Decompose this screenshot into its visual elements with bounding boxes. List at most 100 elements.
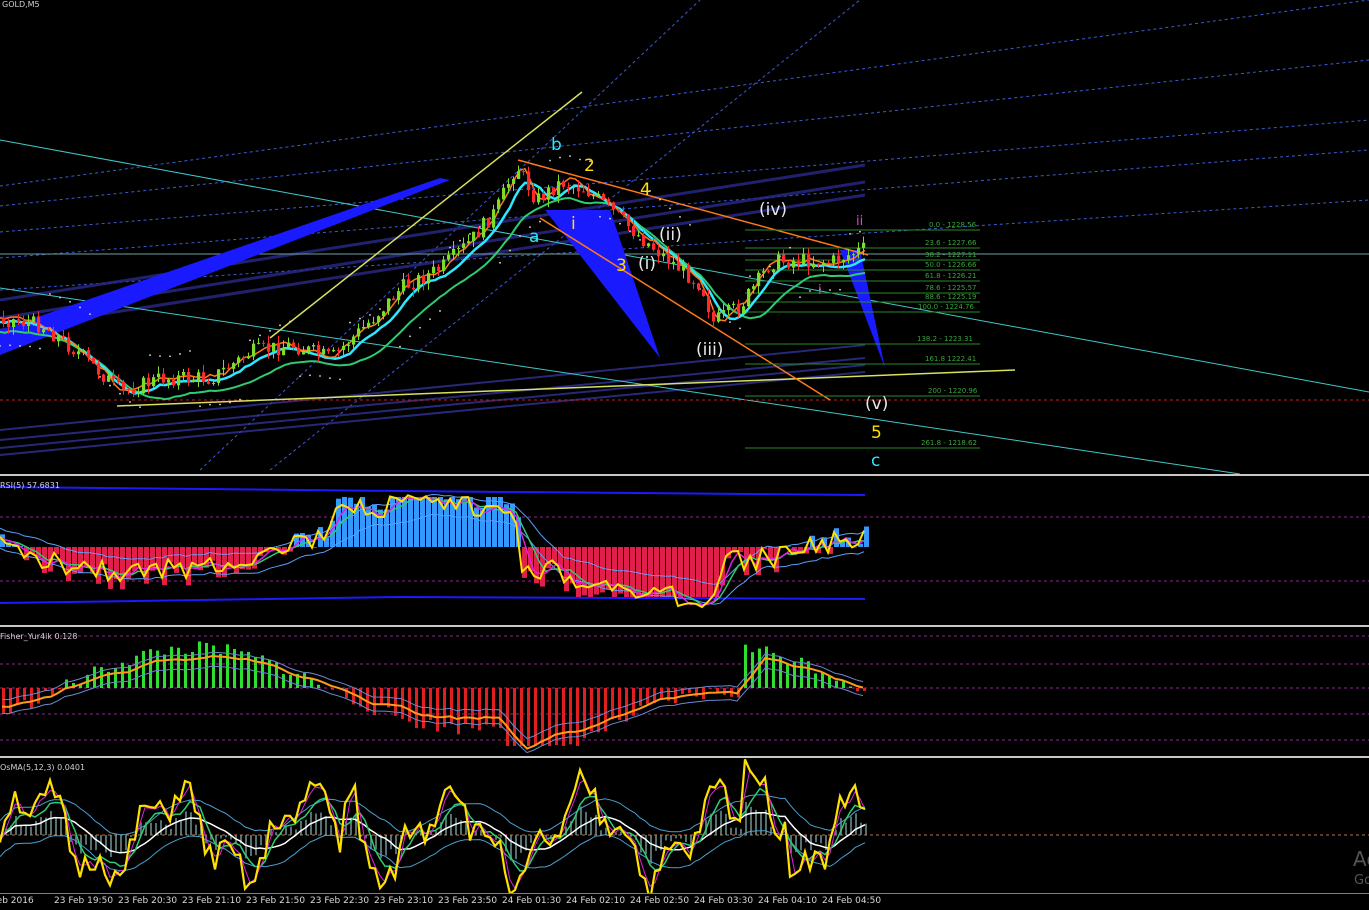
fisher-bar <box>772 653 775 688</box>
osma-bar <box>845 823 847 835</box>
osma-bar <box>35 821 37 835</box>
dotted-channel-line <box>0 200 1369 290</box>
candle-body <box>202 372 205 382</box>
sar-dot <box>249 339 251 341</box>
candle-body <box>367 323 370 327</box>
candle-body <box>682 265 685 271</box>
osma-bar <box>650 835 652 864</box>
panel-separator[interactable] <box>0 625 1369 627</box>
time-tick-label: 23 Feb 23:10 <box>374 896 433 906</box>
fisher-bar <box>821 673 824 688</box>
candle-body <box>452 249 455 255</box>
rsi-panel[interactable]: RSI(5) 57.6831 <box>0 477 1369 625</box>
sar-dot <box>569 155 571 157</box>
osma-panel[interactable]: OsMA(5,12,3) 0.0401 Ac Go <box>0 759 1369 893</box>
candle-body <box>57 336 60 341</box>
panel-separator[interactable] <box>0 474 1369 476</box>
osma-bar <box>520 835 522 853</box>
rsi-histogram-bar <box>216 547 221 577</box>
candle-body <box>542 193 545 199</box>
candle-body <box>607 199 610 202</box>
osma-bar <box>300 821 302 835</box>
fisher-bar <box>443 688 446 727</box>
candle-body <box>22 322 25 326</box>
fib-level-label: 200 - 1220.96 <box>928 387 977 395</box>
rsi-histogram-bar <box>120 547 125 589</box>
fib-level-label: 23.6 - 1227.66 <box>925 239 977 247</box>
candle-body <box>457 248 460 249</box>
candle-body <box>382 311 385 316</box>
fisher-panel[interactable]: Fisher_Yur4ik 0.128 <box>0 628 1369 756</box>
osma-bar <box>195 825 197 835</box>
fisher-bar <box>317 685 320 688</box>
fisher-bar <box>646 688 649 704</box>
candle-body <box>627 215 630 226</box>
sar-dot <box>289 321 291 323</box>
candle-body <box>592 195 595 196</box>
osma-bar <box>675 835 677 838</box>
sar-dot <box>279 324 281 326</box>
rsi-histogram-bar <box>408 497 413 547</box>
candle-body <box>187 372 190 382</box>
osma-bar <box>800 835 802 850</box>
sar-dot <box>19 345 21 347</box>
fisher-bar <box>625 688 628 722</box>
fisher-bar <box>149 649 152 688</box>
osma-bar <box>395 835 397 854</box>
candle-body <box>762 271 765 273</box>
sar-dot <box>39 348 41 350</box>
symbol-label: GOLD,M5 <box>2 0 40 9</box>
fisher-bar <box>716 688 719 692</box>
osma-bar <box>50 811 52 835</box>
osma-bar <box>110 835 112 857</box>
osma-bar <box>225 835 227 837</box>
osma-bar <box>30 827 32 835</box>
rsi-histogram-bar <box>594 547 599 595</box>
panel-separator[interactable] <box>0 756 1369 758</box>
osma-bar <box>170 829 172 835</box>
candle-body <box>387 298 390 311</box>
fisher-bar <box>765 646 768 688</box>
osma-bar <box>770 827 772 835</box>
osma-bar <box>620 831 622 835</box>
fisher-bar <box>499 688 502 728</box>
main-price-chart[interactable]: GOLD,M5 b24ai3(i)(ii)(iii)(iv)iii(v)5c 0… <box>0 0 1369 474</box>
candle-body <box>157 374 160 378</box>
rsi-histogram-bar <box>396 497 401 547</box>
candle-body <box>212 383 215 384</box>
candle-body <box>372 322 375 323</box>
candle-body <box>752 286 755 289</box>
osma-bar <box>325 816 327 835</box>
osma-bar <box>740 829 742 835</box>
fisher-bar <box>170 647 173 688</box>
sar-dot <box>189 350 191 352</box>
candle-body <box>672 262 675 264</box>
osma-bar <box>580 807 582 835</box>
rsi-histogram-bar <box>108 547 113 589</box>
fisher-bar <box>485 688 488 725</box>
osma-bar <box>860 823 862 835</box>
fib-level-label: 50.0 - 1226.66 <box>925 261 977 269</box>
candle-body <box>332 350 335 351</box>
candle-body <box>467 241 470 243</box>
sar-dot <box>109 385 111 387</box>
rsi-histogram-bar <box>222 547 227 577</box>
osma-bar <box>125 835 127 850</box>
dotted-channel-line <box>0 0 1369 186</box>
candle-body <box>492 209 495 227</box>
fisher-bar <box>856 688 859 691</box>
osma-bar <box>530 835 532 843</box>
candle-body <box>642 235 645 246</box>
sar-dot <box>539 221 541 223</box>
candle-body <box>347 345 350 346</box>
osma-bar <box>130 835 132 837</box>
wave-label: (v) <box>865 394 888 414</box>
candle-body <box>562 181 565 187</box>
fisher-bar <box>205 643 208 688</box>
wave-label: 4 <box>640 180 651 200</box>
fisher-bar <box>541 688 544 746</box>
candle-body <box>522 171 525 172</box>
sar-dot <box>829 289 831 291</box>
candle-body <box>632 226 635 236</box>
sar-dot <box>239 399 241 401</box>
